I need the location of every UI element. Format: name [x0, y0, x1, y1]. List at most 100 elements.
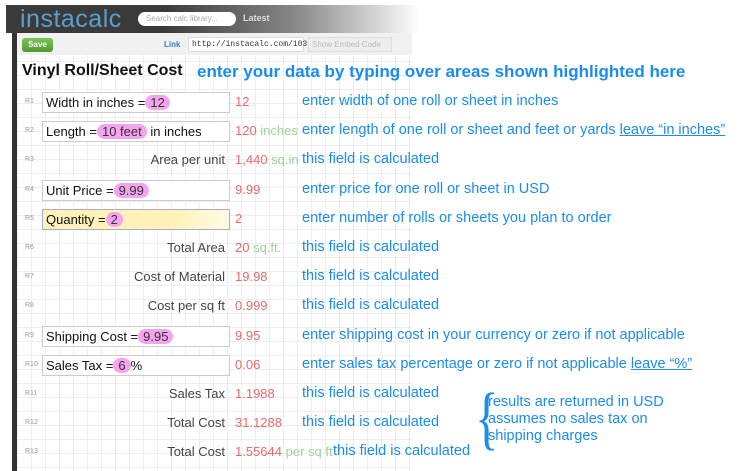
- row-note: enter number of rolls or sheets you plan…: [302, 210, 612, 226]
- row-id: R6: [25, 244, 34, 251]
- result-number: 0.06: [235, 356, 261, 372]
- note-text: this field is calculated: [302, 268, 440, 285]
- input-suffix: in inches: [146, 124, 202, 140]
- note-text: enter shipping cost in your currency or …: [302, 326, 685, 343]
- result-number: 9.99: [235, 181, 261, 197]
- row-note: enter shipping cost in your currency or …: [302, 327, 685, 343]
- row-note: this field is calculated: [302, 385, 439, 401]
- input-value[interactable]: 12: [145, 95, 170, 110]
- result-value: 19.98: [235, 269, 268, 284]
- latest-link[interactable]: Latest: [243, 13, 270, 23]
- input-field[interactable]: Quantity = 2: [42, 208, 230, 230]
- result-number: 19.98: [235, 269, 268, 285]
- row-note: this field is calculated: [302, 268, 439, 284]
- instacalc-logo[interactable]: instacalc: [20, 5, 122, 34]
- result-value: 9.95: [235, 328, 260, 343]
- calc-row: R9 Shipping Cost = 9.95 9.95 enter shippin…: [0, 322, 748, 351]
- row-note: enter width of one roll or sheet in inch…: [302, 93, 558, 109]
- result-number: 1,440: [235, 152, 268, 168]
- calc-label: Sales Tax: [168, 386, 225, 401]
- input-field[interactable]: Length = 10 feet in inches: [42, 121, 230, 143]
- calc-label: Total Cost: [167, 444, 225, 460]
- row-id: R4: [25, 185, 34, 193]
- row-id: R9: [25, 331, 34, 339]
- calc-label: Total Cost: [167, 415, 225, 431]
- result-value: 120 inches: [235, 123, 298, 138]
- link-label[interactable]: Link: [164, 40, 180, 49]
- note-link: leave “%”: [630, 355, 693, 372]
- row-id: R8: [25, 302, 34, 310]
- search-input[interactable]: Search calc library...: [138, 12, 236, 26]
- input-field[interactable]: Width in inches = 12: [42, 92, 230, 113]
- input-label: Width in inches =: [46, 95, 146, 110]
- note-text: this field is calculated: [302, 297, 440, 314]
- result-value: 2: [235, 211, 242, 226]
- row-id: R12: [25, 419, 38, 427]
- row-note: this field is calculated: [302, 239, 439, 255]
- save-button[interactable]: Save: [22, 38, 53, 52]
- row-note: this field is calculated: [333, 443, 470, 459]
- note-text: enter number of rolls or sheets you plan…: [302, 209, 612, 226]
- result-value: 0.999: [235, 298, 268, 313]
- aside-line: shipping charges: [488, 428, 598, 444]
- note-text: this field is calculated: [302, 151, 440, 168]
- calc-label: Total Area: [167, 240, 225, 255]
- note-text: enter length of one roll or sheet and fe…: [302, 122, 620, 139]
- note-text: this field is calculated: [302, 239, 440, 255]
- input-value[interactable]: 2: [105, 211, 123, 227]
- url-field[interactable]: http://instacalc.com/10399: [188, 37, 317, 52]
- row-note: enter sales tax percentage or zero if no…: [302, 356, 692, 372]
- row-id: R3: [25, 156, 34, 164]
- row-id: R5: [25, 214, 34, 222]
- result-value: 1,440 sq.in: [235, 152, 299, 167]
- note-text: enter width of one roll or sheet in inch…: [302, 93, 559, 109]
- row-note: this field is calculated: [302, 151, 439, 167]
- row-id: R1: [25, 98, 34, 105]
- result-number: 31.1288: [235, 415, 282, 431]
- note-text: this field is calculated: [333, 443, 471, 460]
- result-number: 120: [235, 123, 257, 139]
- aside-line: results are returned in USD: [488, 394, 664, 410]
- input-value[interactable]: 9.95: [138, 328, 174, 344]
- results-note: results are returned in USD assumes no s…: [488, 394, 664, 445]
- result-number: 20: [235, 240, 250, 255]
- note-text: enter price for one roll or sheet in USD: [302, 180, 550, 197]
- result-number: 1.55644: [235, 444, 282, 460]
- aside-line: assumes no sales tax on: [488, 411, 648, 427]
- note-text: this field is calculated: [302, 385, 440, 401]
- input-value[interactable]: 6: [113, 357, 131, 373]
- note-link: leave “in inches”: [619, 122, 726, 139]
- calc-row: R8 Cost per sq ft 0.999 this field is cal…: [0, 292, 748, 321]
- calc-row: R5 Quantity = 2 2 enter number of rolls or…: [0, 205, 748, 234]
- input-field[interactable]: Unit Price = 9.99: [42, 179, 230, 201]
- input-field[interactable]: Shipping Cost = 9.95: [42, 325, 230, 347]
- calc-row: R10 Sales Tax = 6% 0.06 enter sales tax pe…: [0, 351, 748, 380]
- calc-label: Cost of Material: [133, 269, 225, 285]
- input-value[interactable]: 9.99: [113, 182, 149, 198]
- result-unit: sq.in: [267, 152, 299, 168]
- result-value: 12: [235, 94, 249, 109]
- result-number: 0.999: [235, 298, 268, 314]
- result-value: 20 sq.ft.: [235, 240, 281, 255]
- input-label: Unit Price =: [46, 182, 114, 198]
- result-value: 31.1288: [235, 415, 282, 430]
- note-text: this field is calculated: [302, 414, 440, 431]
- input-label: Shipping Cost =: [46, 328, 139, 344]
- input-field[interactable]: Sales Tax = 6%: [42, 354, 230, 376]
- instruction-headline: enter your data by typing over areas sho…: [197, 62, 686, 81]
- input-value[interactable]: 10 feet: [96, 124, 147, 140]
- show-embed-code-button[interactable]: Show Embed Code: [308, 37, 392, 52]
- input-label: Length =: [46, 124, 97, 140]
- result-value: 0.06: [235, 357, 260, 372]
- input-label: Sales Tax =: [46, 357, 114, 373]
- calc-row: R3 Area per unit 1,440 sq.in this field i…: [0, 146, 748, 175]
- row-id: R7: [25, 273, 34, 281]
- result-unit: inches: [256, 123, 298, 139]
- row-id: R10: [25, 360, 38, 368]
- row-id: R2: [25, 127, 34, 135]
- input-label: Quantity =: [46, 211, 106, 227]
- row-note: this field is calculated: [302, 414, 439, 430]
- calc-label: Cost per sq ft: [147, 298, 225, 314]
- result-unit: per sq ft: [282, 444, 333, 460]
- result-number: 2: [235, 210, 243, 226]
